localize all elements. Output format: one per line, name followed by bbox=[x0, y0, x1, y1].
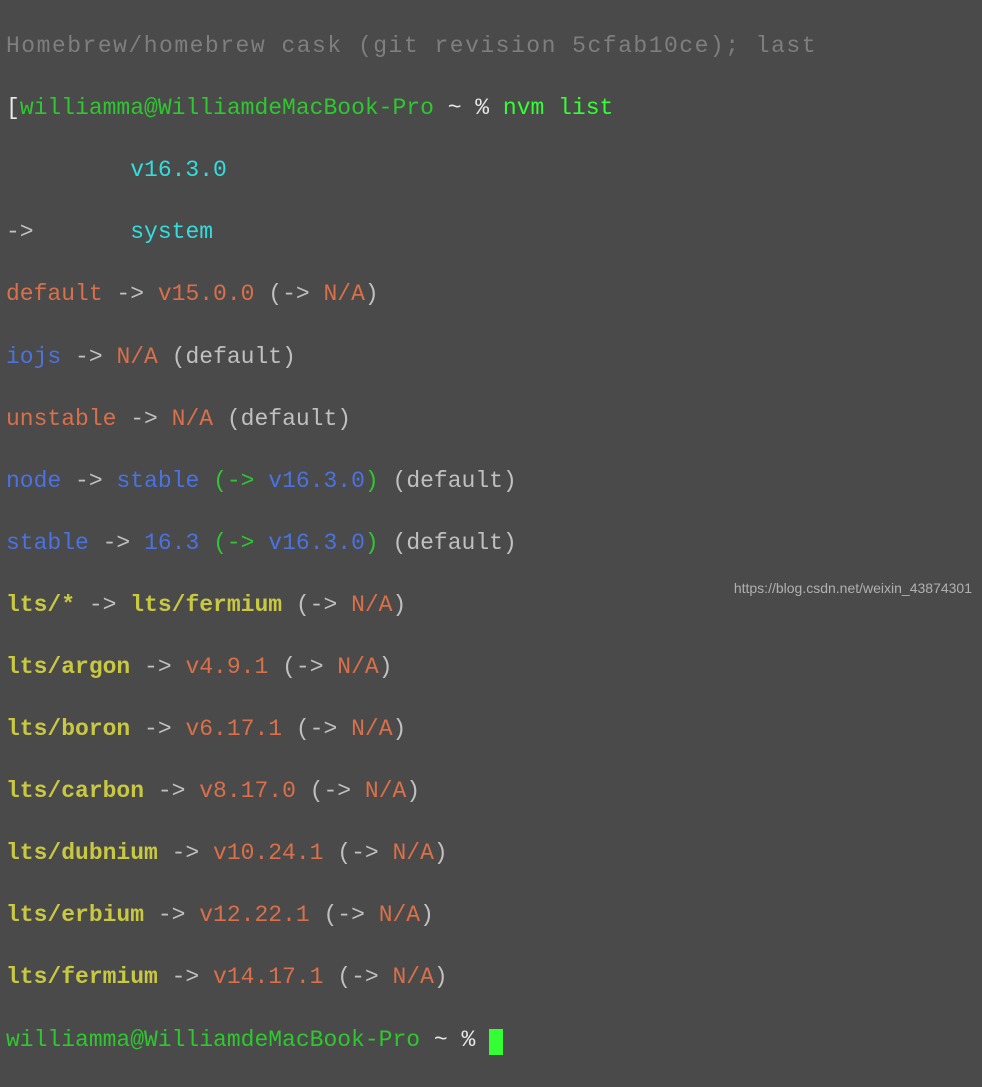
alias-name: node bbox=[6, 468, 61, 494]
paren-val: v16.3.0 bbox=[268, 530, 365, 556]
arrow: -> bbox=[144, 778, 199, 804]
alias-target: N/A bbox=[172, 406, 213, 432]
paren-close: ) bbox=[434, 840, 448, 866]
truncated-previous-line: Homebrew/homebrew cask (git revision 5cf… bbox=[6, 31, 976, 62]
arrow: -> bbox=[116, 406, 171, 432]
prompt-user-host: williamma@WilliamdeMacBook-Pro bbox=[6, 1027, 420, 1053]
prompt-line-1: [williamma@WilliamdeMacBook-Pro ~ % nvm … bbox=[6, 93, 976, 124]
lts-name: lts/carbon bbox=[6, 778, 144, 804]
paren-open: (-> bbox=[323, 840, 392, 866]
suffix: (default) bbox=[379, 468, 517, 494]
watermark-text: https://blog.csdn.net/weixin_43874301 bbox=[734, 579, 972, 598]
bracket: [ bbox=[6, 95, 20, 121]
alias-name: stable bbox=[6, 530, 89, 556]
alias-name: default bbox=[6, 281, 103, 307]
arrow: -> bbox=[61, 344, 116, 370]
alias-default-line: default -> v15.0.0 (-> N/A) bbox=[6, 279, 976, 310]
paren-open: (-> bbox=[282, 716, 351, 742]
lts-name: lts/argon bbox=[6, 654, 130, 680]
arrow: -> bbox=[61, 468, 116, 494]
lts-carbon-line: lts/carbon -> v8.17.0 (-> N/A) bbox=[6, 776, 976, 807]
suffix: (default) bbox=[158, 344, 296, 370]
paren-val: v16.3.0 bbox=[268, 468, 365, 494]
paren-val: N/A bbox=[379, 902, 420, 928]
arrow: -> bbox=[75, 592, 130, 618]
alias-unstable-line: unstable -> N/A (default) bbox=[6, 404, 976, 435]
installed-version-line: v16.3.0 bbox=[6, 155, 976, 186]
paren-val: N/A bbox=[351, 592, 392, 618]
lts-target: v10.24.1 bbox=[213, 840, 323, 866]
alias-name: iojs bbox=[6, 344, 61, 370]
lts-target: v14.17.1 bbox=[213, 964, 323, 990]
prompt-user-host: williamma@WilliamdeMacBook-Pro bbox=[20, 95, 434, 121]
lts-boron-line: lts/boron -> v6.17.1 (-> N/A) bbox=[6, 714, 976, 745]
paren-close: ) bbox=[420, 902, 434, 928]
paren-close: ) bbox=[365, 468, 379, 494]
lts-target: v12.22.1 bbox=[199, 902, 309, 928]
lts-target: lts/fermium bbox=[130, 592, 282, 618]
paren-val: N/A bbox=[351, 716, 392, 742]
paren-close: ) bbox=[393, 716, 407, 742]
paren-close: ) bbox=[406, 778, 420, 804]
arrow: -> bbox=[144, 902, 199, 928]
paren-open: (-> bbox=[268, 654, 337, 680]
paren-open: (-> bbox=[254, 281, 323, 307]
paren-close: ) bbox=[393, 592, 407, 618]
alias-name: unstable bbox=[6, 406, 116, 432]
paren-close: ) bbox=[434, 964, 448, 990]
arrow: -> bbox=[130, 716, 185, 742]
lts-name: lts/fermium bbox=[6, 964, 158, 990]
paren-open: (-> bbox=[310, 902, 379, 928]
arrow: -> bbox=[130, 654, 185, 680]
lts-name: lts/erbium bbox=[6, 902, 144, 928]
paren-val: N/A bbox=[392, 840, 433, 866]
paren-val: N/A bbox=[365, 778, 406, 804]
arrow: -> bbox=[89, 530, 144, 556]
paren-open: (-> bbox=[296, 778, 365, 804]
paren-val: N/A bbox=[323, 281, 364, 307]
lts-erbium-line: lts/erbium -> v12.22.1 (-> N/A) bbox=[6, 900, 976, 931]
current-label: system bbox=[130, 219, 213, 245]
arrow: -> bbox=[158, 964, 213, 990]
current-arrow: -> bbox=[6, 219, 130, 245]
lts-target: v4.9.1 bbox=[185, 654, 268, 680]
lts-dubnium-line: lts/dubnium -> v10.24.1 (-> N/A) bbox=[6, 838, 976, 869]
lts-target: v6.17.1 bbox=[185, 716, 282, 742]
paren-val: N/A bbox=[392, 964, 433, 990]
lts-argon-line: lts/argon -> v4.9.1 (-> N/A) bbox=[6, 652, 976, 683]
terminal-output[interactable]: Homebrew/homebrew cask (git revision 5cf… bbox=[6, 0, 976, 1087]
alias-target: stable bbox=[116, 468, 199, 494]
arrow: -> bbox=[158, 840, 213, 866]
command-text: nvm list bbox=[503, 95, 613, 121]
cursor-icon bbox=[489, 1029, 503, 1055]
paren-close: ) bbox=[365, 530, 379, 556]
suffix: (default) bbox=[213, 406, 351, 432]
suffix: (default) bbox=[379, 530, 517, 556]
alias-target: v15.0.0 bbox=[158, 281, 255, 307]
installed-version: v16.3.0 bbox=[6, 157, 227, 183]
prompt-path: ~ % bbox=[420, 1027, 489, 1053]
alias-target: 16.3 bbox=[144, 530, 199, 556]
alias-node-line: node -> stable (-> v16.3.0) (default) bbox=[6, 466, 976, 497]
lts-name: lts/boron bbox=[6, 716, 130, 742]
current-system-line: -> system bbox=[6, 217, 976, 248]
alias-target: N/A bbox=[116, 344, 157, 370]
paren-open: (-> bbox=[282, 592, 351, 618]
paren-close: ) bbox=[365, 281, 379, 307]
paren-open: (-> bbox=[323, 964, 392, 990]
paren-open: (-> bbox=[199, 530, 268, 556]
paren-open: (-> bbox=[199, 468, 268, 494]
arrow: -> bbox=[103, 281, 158, 307]
prompt-path: ~ % bbox=[434, 95, 503, 121]
lts-target: v8.17.0 bbox=[199, 778, 296, 804]
prompt-line-2[interactable]: williamma@WilliamdeMacBook-Pro ~ % bbox=[6, 1025, 976, 1056]
alias-iojs-line: iojs -> N/A (default) bbox=[6, 342, 976, 373]
lts-name: lts/* bbox=[6, 592, 75, 618]
paren-val: N/A bbox=[337, 654, 378, 680]
alias-stable-line: stable -> 16.3 (-> v16.3.0) (default) bbox=[6, 528, 976, 559]
lts-name: lts/dubnium bbox=[6, 840, 158, 866]
paren-close: ) bbox=[379, 654, 393, 680]
lts-fermium-line: lts/fermium -> v14.17.1 (-> N/A) bbox=[6, 962, 976, 993]
